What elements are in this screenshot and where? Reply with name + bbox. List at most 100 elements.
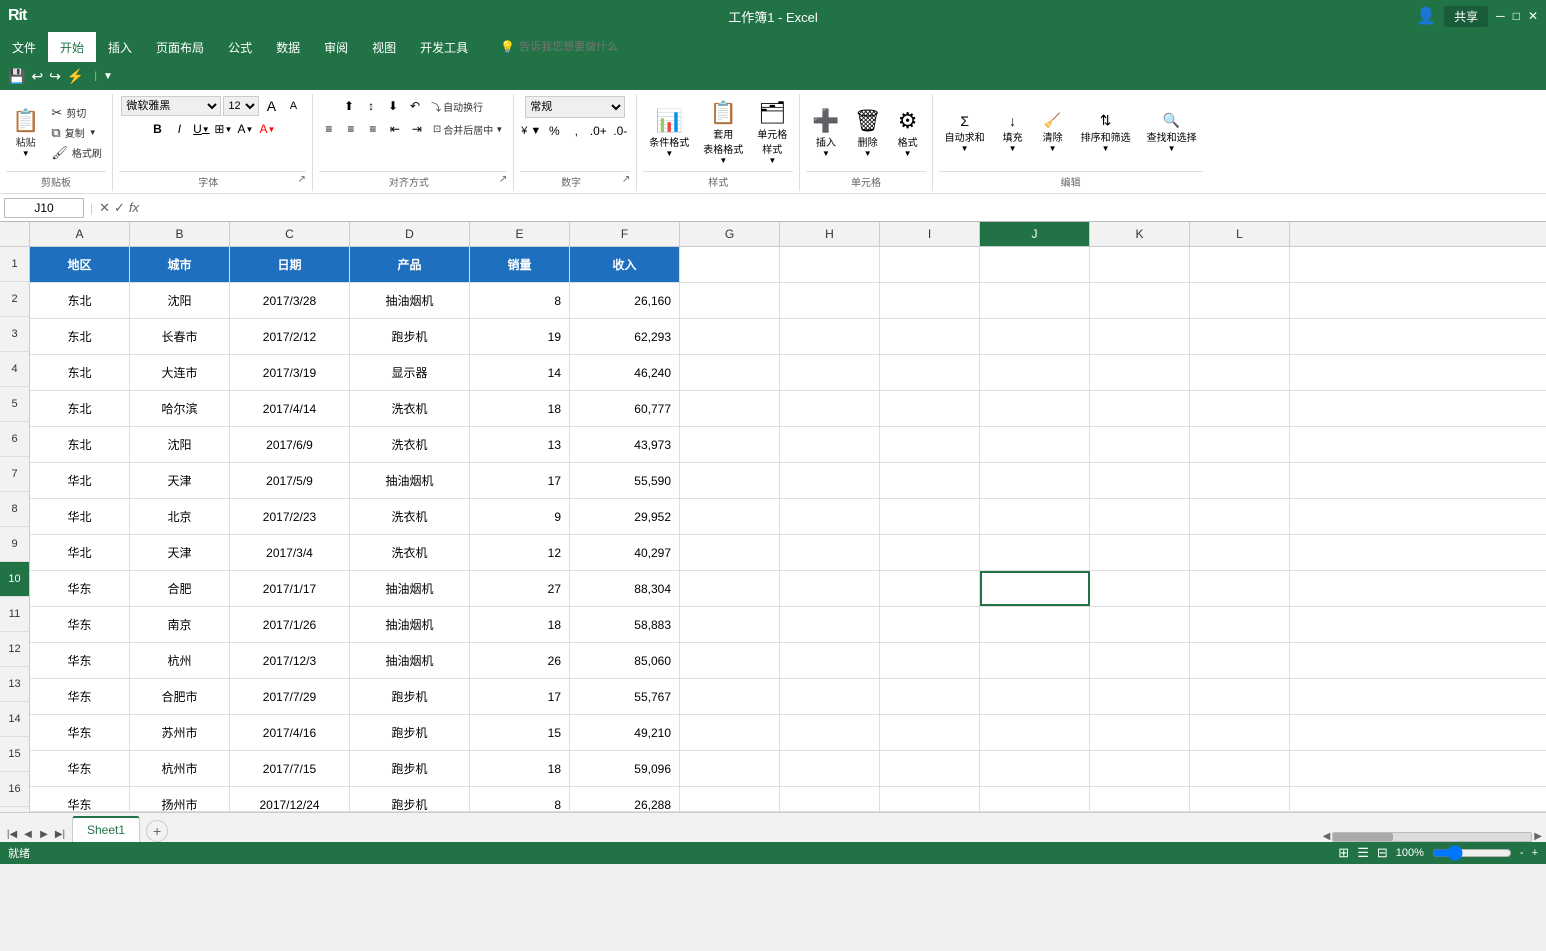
cell-k15[interactable] <box>1090 751 1190 786</box>
cell-h11[interactable] <box>780 607 880 642</box>
tab-view[interactable]: 视图 <box>360 32 408 62</box>
cell-i8[interactable] <box>880 499 980 534</box>
cell-b1[interactable]: 城市 <box>130 247 230 282</box>
cell-g10[interactable] <box>680 571 780 606</box>
cell-a10[interactable]: 华东 <box>30 571 130 606</box>
undo-quick-btn[interactable]: ↩ <box>31 68 43 85</box>
format-painter-button[interactable]: 🖌 格式刷 <box>47 143 106 162</box>
cell-a15[interactable]: 华东 <box>30 751 130 786</box>
col-header-k[interactable]: K <box>1090 222 1190 246</box>
cell-i3[interactable] <box>880 319 980 354</box>
cell-f8[interactable]: 29,952 <box>570 499 680 534</box>
currency-btn[interactable]: ¥ ▼ <box>520 121 542 141</box>
add-sheet-button[interactable]: + <box>146 820 168 842</box>
cell-a2[interactable]: 东北 <box>30 283 130 318</box>
increase-indent-btn[interactable]: ⇥ <box>407 119 427 139</box>
cell-b8[interactable]: 北京 <box>130 499 230 534</box>
cell-d9[interactable]: 洗衣机 <box>350 535 470 570</box>
minimize-icon[interactable]: ─ <box>1496 9 1505 23</box>
cell-g14[interactable] <box>680 715 780 750</box>
cell-e2[interactable]: 8 <box>470 283 570 318</box>
cell-g2[interactable] <box>680 283 780 318</box>
zoom-slider[interactable] <box>1432 845 1512 861</box>
cell-l9[interactable] <box>1190 535 1290 570</box>
cell-j11[interactable] <box>980 607 1090 642</box>
cell-h3[interactable] <box>780 319 880 354</box>
row-num-2[interactable]: 2 <box>0 282 29 317</box>
col-header-d[interactable]: D <box>350 222 470 246</box>
cell-d10[interactable]: 抽油烟机 <box>350 571 470 606</box>
cell-i4[interactable] <box>880 355 980 390</box>
cell-k9[interactable] <box>1090 535 1190 570</box>
find-select-btn[interactable]: 🔍 查找和选择 ▼ <box>1141 108 1203 157</box>
cell-a3[interactable]: 东北 <box>30 319 130 354</box>
cell-l16[interactable] <box>1190 787 1290 812</box>
cell-d3[interactable]: 跑步机 <box>350 319 470 354</box>
cell-c6[interactable]: 2017/6/9 <box>230 427 350 462</box>
cell-h5[interactable] <box>780 391 880 426</box>
cell-k13[interactable] <box>1090 679 1190 714</box>
font-name-select[interactable]: 微软雅黑 <box>121 96 221 116</box>
cell-l6[interactable] <box>1190 427 1290 462</box>
cell-e16[interactable]: 8 <box>470 787 570 812</box>
h-scrollbar[interactable]: ◀ ▶ <box>168 831 1546 842</box>
table-style-btn[interactable]: 📋 套用 表格格式 ▼ <box>697 96 749 169</box>
cell-l7[interactable] <box>1190 463 1290 498</box>
row-num-7[interactable]: 7 <box>0 457 29 492</box>
cell-b2[interactable]: 沈阳 <box>130 283 230 318</box>
format-cells-btn[interactable]: ⚙ 格式 ▼ <box>890 104 926 162</box>
cell-b5[interactable]: 哈尔滨 <box>130 391 230 426</box>
cell-i1[interactable] <box>880 247 980 282</box>
cell-g9[interactable] <box>680 535 780 570</box>
cell-a14[interactable]: 华东 <box>30 715 130 750</box>
cell-c11[interactable]: 2017/1/26 <box>230 607 350 642</box>
cell-j15[interactable] <box>980 751 1090 786</box>
cell-h13[interactable] <box>780 679 880 714</box>
cell-h6[interactable] <box>780 427 880 462</box>
cell-b16[interactable]: 扬州市 <box>130 787 230 812</box>
cell-l12[interactable] <box>1190 643 1290 678</box>
cell-f13[interactable]: 55,767 <box>570 679 680 714</box>
cell-f1[interactable]: 收入 <box>570 247 680 282</box>
cell-b4[interactable]: 大连市 <box>130 355 230 390</box>
cell-j6[interactable] <box>980 427 1090 462</box>
cell-f11[interactable]: 58,883 <box>570 607 680 642</box>
align-top-btn[interactable]: ⬆ <box>339 96 359 116</box>
row-num-3[interactable]: 3 <box>0 317 29 352</box>
col-header-e[interactable]: E <box>470 222 570 246</box>
col-header-j[interactable]: J <box>980 222 1090 246</box>
cell-l5[interactable] <box>1190 391 1290 426</box>
cell-h4[interactable] <box>780 355 880 390</box>
cell-c9[interactable]: 2017/3/4 <box>230 535 350 570</box>
copy-button[interactable]: ⧉ 复制 ▼ <box>47 123 106 142</box>
cell-k11[interactable] <box>1090 607 1190 642</box>
cell-e8[interactable]: 9 <box>470 499 570 534</box>
col-header-b[interactable]: B <box>130 222 230 246</box>
cell-d7[interactable]: 抽油烟机 <box>350 463 470 498</box>
cell-b7[interactable]: 天津 <box>130 463 230 498</box>
cell-f7[interactable]: 55,590 <box>570 463 680 498</box>
font-decrease-btn[interactable]: A <box>283 96 303 116</box>
cell-d6[interactable]: 洗衣机 <box>350 427 470 462</box>
close-icon[interactable]: ✕ <box>1528 9 1538 23</box>
cell-c12[interactable]: 2017/12/3 <box>230 643 350 678</box>
col-header-h[interactable]: H <box>780 222 880 246</box>
insert-function-icon[interactable]: fx <box>129 200 139 216</box>
cell-h14[interactable] <box>780 715 880 750</box>
cell-l2[interactable] <box>1190 283 1290 318</box>
cell-g7[interactable] <box>680 463 780 498</box>
confirm-formula-icon[interactable]: ✓ <box>114 200 125 216</box>
cell-c13[interactable]: 2017/7/29 <box>230 679 350 714</box>
cell-l10[interactable] <box>1190 571 1290 606</box>
cell-g4[interactable] <box>680 355 780 390</box>
font-increase-btn[interactable]: A <box>261 96 281 116</box>
cell-j3[interactable] <box>980 319 1090 354</box>
cell-g8[interactable] <box>680 499 780 534</box>
more-quick-btn[interactable]: ▼ <box>103 71 113 82</box>
cell-f14[interactable]: 49,210 <box>570 715 680 750</box>
number-format-select[interactable]: 常规 数值 货币 <box>525 96 625 118</box>
cell-e14[interactable]: 15 <box>470 715 570 750</box>
tab-developer[interactable]: 开发工具 <box>408 32 480 62</box>
conditional-format-btn[interactable]: 📊 条件格式 ▼ <box>643 104 695 162</box>
cell-i10[interactable] <box>880 571 980 606</box>
